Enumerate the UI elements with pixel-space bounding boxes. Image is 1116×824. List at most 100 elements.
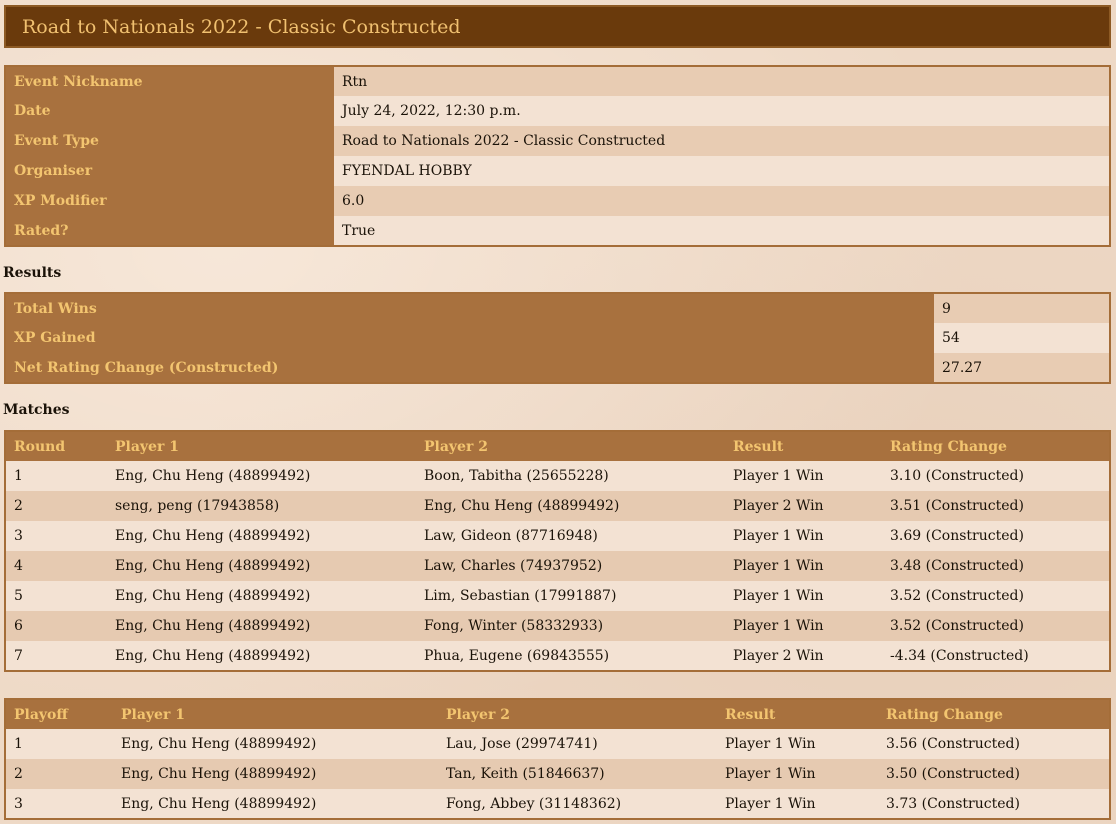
- column-header-player-1: Player 1: [107, 431, 416, 461]
- result-label: Net Rating Change (Constructed): [5, 353, 934, 383]
- player-2-cell: Boon, Tabitha (25655228): [416, 461, 725, 491]
- table-row: 3 Eng, Chu Heng (48899492) Fong, Abbey (…: [5, 789, 1110, 819]
- column-header-rating-change: Rating Change: [882, 431, 1110, 461]
- rating-change-cell: 3.50 (Constructed): [878, 759, 1110, 789]
- table-row: 1 Eng, Chu Heng (48899492) Boon, Tabitha…: [5, 461, 1110, 491]
- round-cell: 6: [5, 611, 107, 641]
- player-2-cell: Fong, Abbey (31148362): [438, 789, 717, 819]
- detail-label: Event Type: [5, 126, 334, 156]
- result-cell: Player 1 Win: [717, 789, 878, 819]
- result-value: 27.27: [934, 353, 1110, 383]
- table-row: 4 Eng, Chu Heng (48899492) Law, Charles …: [5, 551, 1110, 581]
- column-header-result: Result: [717, 699, 878, 729]
- round-cell: 1: [5, 461, 107, 491]
- player-2-cell: Tan, Keith (51846637): [438, 759, 717, 789]
- rating-change-cell: 3.10 (Constructed): [882, 461, 1110, 491]
- page-title-text: Road to Nationals 2022 - Classic Constru…: [22, 15, 461, 38]
- player-1-cell: Eng, Chu Heng (48899492): [107, 461, 416, 491]
- result-row: Total Wins 9: [5, 293, 1110, 323]
- detail-row: Event Nickname Rtn: [5, 66, 1110, 96]
- detail-label: Date: [5, 96, 334, 126]
- column-header-player-1: Player 1: [113, 699, 438, 729]
- round-cell: 3: [5, 521, 107, 551]
- round-cell: 2: [5, 491, 107, 521]
- rating-change-cell: 3.48 (Constructed): [882, 551, 1110, 581]
- detail-label: Rated?: [5, 216, 334, 246]
- player-1-cell: Eng, Chu Heng (48899492): [113, 789, 438, 819]
- column-header-rating-change: Rating Change: [878, 699, 1110, 729]
- detail-value: True: [334, 216, 1110, 246]
- matches-table: Round Player 1 Player 2 Result Rating Ch…: [4, 430, 1111, 672]
- result-label: XP Gained: [5, 323, 934, 353]
- results-table: Total Wins 9 XP Gained 54 Net Rating Cha…: [4, 292, 1111, 384]
- detail-label: XP Modifier: [5, 186, 334, 216]
- result-cell: Player 1 Win: [725, 581, 882, 611]
- detail-label: Event Nickname: [5, 66, 334, 96]
- player-2-cell: Lim, Sebastian (17991887): [416, 581, 725, 611]
- player-2-cell: Lau, Jose (29974741): [438, 729, 717, 759]
- detail-value: Rtn: [334, 66, 1110, 96]
- detail-row: Event Type Road to Nationals 2022 - Clas…: [5, 126, 1110, 156]
- result-value: 54: [934, 323, 1110, 353]
- rating-change-cell: 3.52 (Constructed): [882, 581, 1110, 611]
- table-row: 5 Eng, Chu Heng (48899492) Lim, Sebastia…: [5, 581, 1110, 611]
- column-header-playoff: Playoff: [5, 699, 113, 729]
- rating-change-cell: 3.73 (Constructed): [878, 789, 1110, 819]
- column-header-player-2: Player 2: [438, 699, 717, 729]
- matches-heading: Matches: [3, 402, 70, 418]
- player-1-cell: Eng, Chu Heng (48899492): [107, 581, 416, 611]
- rating-change-cell: 3.51 (Constructed): [882, 491, 1110, 521]
- detail-value: FYENDAL HOBBY: [334, 156, 1110, 186]
- rating-change-cell: 3.56 (Constructed): [878, 729, 1110, 759]
- result-cell: Player 1 Win: [725, 461, 882, 491]
- event-details-table: Event Nickname Rtn Date July 24, 2022, 1…: [4, 65, 1111, 247]
- result-cell: Player 2 Win: [725, 491, 882, 521]
- result-row: XP Gained 54: [5, 323, 1110, 353]
- result-label: Total Wins: [5, 293, 934, 323]
- table-row: 2 seng, peng (17943858) Eng, Chu Heng (4…: [5, 491, 1110, 521]
- rating-change-cell: -4.34 (Constructed): [882, 641, 1110, 671]
- detail-value: July 24, 2022, 12:30 p.m.: [334, 96, 1110, 126]
- detail-row: Date July 24, 2022, 12:30 p.m.: [5, 96, 1110, 126]
- result-cell: Player 1 Win: [725, 611, 882, 641]
- column-header-result: Result: [725, 431, 882, 461]
- results-heading: Results: [3, 265, 62, 281]
- result-value: 9: [934, 293, 1110, 323]
- player-2-cell: Fong, Winter (58332933): [416, 611, 725, 641]
- playoff-cell: 2: [5, 759, 113, 789]
- player-2-cell: Eng, Chu Heng (48899492): [416, 491, 725, 521]
- result-cell: Player 1 Win: [717, 759, 878, 789]
- round-cell: 5: [5, 581, 107, 611]
- column-header-player-2: Player 2: [416, 431, 725, 461]
- detail-value: 6.0: [334, 186, 1110, 216]
- column-header-round: Round: [5, 431, 107, 461]
- player-1-cell: seng, peng (17943858): [107, 491, 416, 521]
- playoff-cell: 1: [5, 729, 113, 759]
- matches-header-row: Round Player 1 Player 2 Result Rating Ch…: [5, 431, 1110, 461]
- player-2-cell: Law, Gideon (87716948): [416, 521, 725, 551]
- detail-value: Road to Nationals 2022 - Classic Constru…: [334, 126, 1110, 156]
- table-row: 3 Eng, Chu Heng (48899492) Law, Gideon (…: [5, 521, 1110, 551]
- playoff-cell: 3: [5, 789, 113, 819]
- player-1-cell: Eng, Chu Heng (48899492): [107, 611, 416, 641]
- result-cell: Player 2 Win: [725, 641, 882, 671]
- result-cell: Player 1 Win: [717, 729, 878, 759]
- table-row: 6 Eng, Chu Heng (48899492) Fong, Winter …: [5, 611, 1110, 641]
- table-row: 7 Eng, Chu Heng (48899492) Phua, Eugene …: [5, 641, 1110, 671]
- detail-label: Organiser: [5, 156, 334, 186]
- result-cell: Player 1 Win: [725, 551, 882, 581]
- player-1-cell: Eng, Chu Heng (48899492): [107, 641, 416, 671]
- playoffs-header-row: Playoff Player 1 Player 2 Result Rating …: [5, 699, 1110, 729]
- detail-row: Organiser FYENDAL HOBBY: [5, 156, 1110, 186]
- page-title: Road to Nationals 2022 - Classic Constru…: [4, 5, 1111, 48]
- round-cell: 4: [5, 551, 107, 581]
- player-1-cell: Eng, Chu Heng (48899492): [113, 729, 438, 759]
- round-cell: 7: [5, 641, 107, 671]
- detail-row: XP Modifier 6.0: [5, 186, 1110, 216]
- table-row: 2 Eng, Chu Heng (48899492) Tan, Keith (5…: [5, 759, 1110, 789]
- result-cell: Player 1 Win: [725, 521, 882, 551]
- player-2-cell: Phua, Eugene (69843555): [416, 641, 725, 671]
- detail-row: Rated? True: [5, 216, 1110, 246]
- playoffs-table: Playoff Player 1 Player 2 Result Rating …: [4, 698, 1111, 820]
- table-row: 1 Eng, Chu Heng (48899492) Lau, Jose (29…: [5, 729, 1110, 759]
